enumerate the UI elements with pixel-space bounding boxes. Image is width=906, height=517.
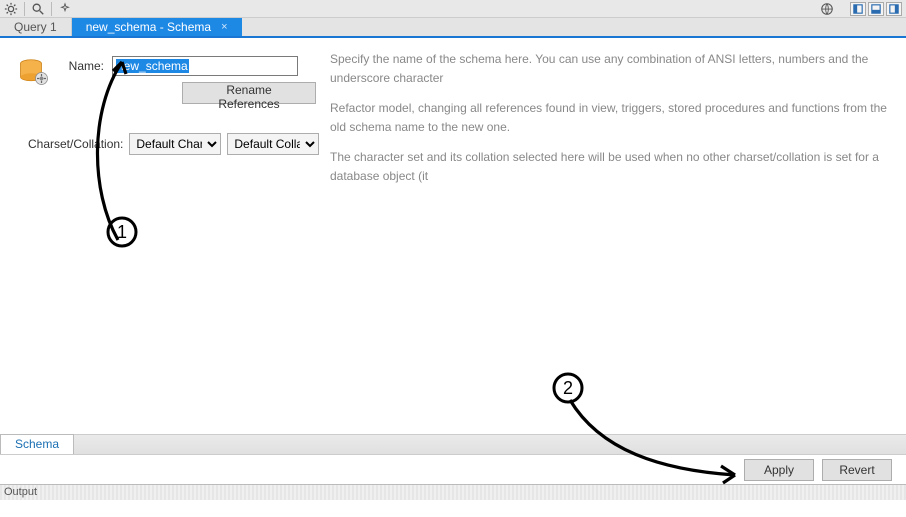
action-row: Apply Revert — [0, 454, 906, 484]
tab-label: Query 1 — [14, 20, 57, 34]
output-panel-header[interactable]: Output — [0, 484, 906, 500]
apply-button[interactable]: Apply — [744, 459, 814, 481]
collation-select[interactable]: Default Collation — [227, 133, 319, 155]
name-input[interactable]: new_schema — [112, 56, 298, 76]
tab-query-1[interactable]: Query 1 — [0, 18, 72, 36]
toolbar-separator — [24, 2, 25, 16]
bottom-tabstrip: Schema — [0, 434, 906, 454]
charset-select[interactable]: Default Charset — [129, 133, 221, 155]
description-line: Specify the name of the schema here. You… — [330, 50, 894, 87]
name-label: Name: — [60, 59, 104, 73]
tab-label: new_schema - Schema — [86, 20, 211, 34]
schema-icon — [8, 50, 60, 95]
sparkle-icon[interactable] — [58, 2, 72, 16]
gear-icon[interactable] — [4, 2, 18, 16]
output-label: Output — [4, 486, 37, 498]
toolbar-separator — [51, 2, 52, 16]
schema-tab[interactable]: Schema — [0, 434, 74, 454]
description-line: The character set and its collation sele… — [330, 148, 894, 185]
zoom-icon[interactable] — [31, 2, 45, 16]
tab-new-schema[interactable]: new_schema - Schema × — [72, 18, 242, 36]
editor-tabs: Query 1 new_schema - Schema × — [0, 18, 906, 38]
panel-toggle-2[interactable] — [868, 2, 884, 16]
revert-button[interactable]: Revert — [822, 459, 892, 481]
close-icon[interactable]: × — [221, 21, 227, 33]
description-panel: Specify the name of the schema here. You… — [316, 50, 894, 434]
schema-editor: Name: new_schema Rename References Chars… — [0, 38, 906, 434]
panel-toggle-3[interactable] — [886, 2, 902, 16]
top-toolbar — [0, 0, 906, 18]
description-line: Refactor model, changing all references … — [330, 99, 894, 136]
charset-label: Charset/Collation: — [28, 137, 123, 151]
panel-toggle-1[interactable] — [850, 2, 866, 16]
rename-references-button[interactable]: Rename References — [182, 82, 316, 104]
name-input-value: new_schema — [116, 59, 189, 73]
globe-icon[interactable] — [820, 2, 834, 16]
